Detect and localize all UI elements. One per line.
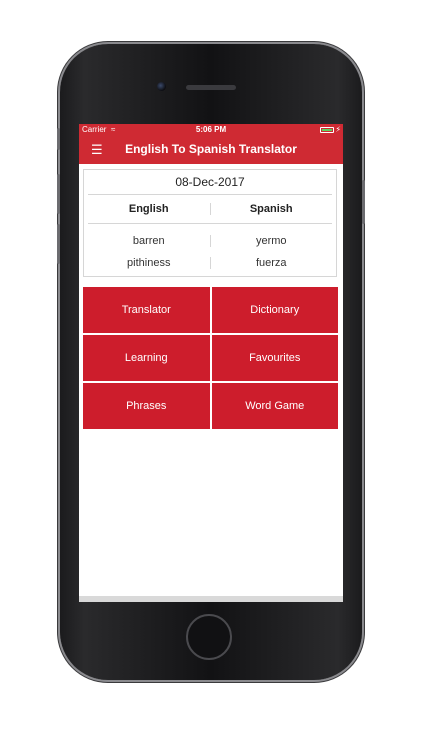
bottom-banner-area [79,596,343,602]
learning-button[interactable]: Learning [83,335,210,381]
page-title: English To Spanish Translator [125,142,297,156]
word-row: pithiness fuerza [88,252,332,274]
word-of-day-card: 08-Dec-2017 English Spanish barren yermo… [83,169,337,277]
volume-down-button [57,224,60,264]
nav-bar: ☰ English To Spanish Translator [79,136,343,164]
english-word: pithiness [88,257,211,269]
word-row: barren yermo [88,230,332,252]
power-button [362,180,365,224]
status-bar: Carrier ≈ 5:06 PM ⚡ [79,124,343,136]
charging-icon: ⚡ [335,125,341,134]
front-camera [157,82,166,91]
battery-icon [320,127,334,133]
english-header: English [88,203,211,215]
volume-up-button [57,174,60,214]
favourites-button[interactable]: Favourites [211,335,338,381]
word-game-button[interactable]: Word Game [211,383,338,429]
word-date: 08-Dec-2017 [88,170,332,195]
silent-switch [57,128,60,150]
english-word: barren [88,235,211,247]
home-button[interactable] [186,614,232,660]
spanish-word: yermo [255,235,287,247]
translator-button[interactable]: Translator [83,287,210,333]
phrases-button[interactable]: Phrases [83,383,210,429]
main-menu-grid: Translator Dictionary Learning Favourite… [83,287,338,429]
status-time: 5:06 PM [195,125,227,134]
spanish-word: fuerza [255,257,287,269]
spanish-header: Spanish [249,203,293,215]
earpiece-speaker [186,85,236,90]
language-header: English Spanish [88,195,332,224]
app-screen: Carrier ≈ 5:06 PM ⚡ ☰ English To Spanish… [79,124,343,602]
dictionary-button[interactable]: Dictionary [211,287,338,333]
